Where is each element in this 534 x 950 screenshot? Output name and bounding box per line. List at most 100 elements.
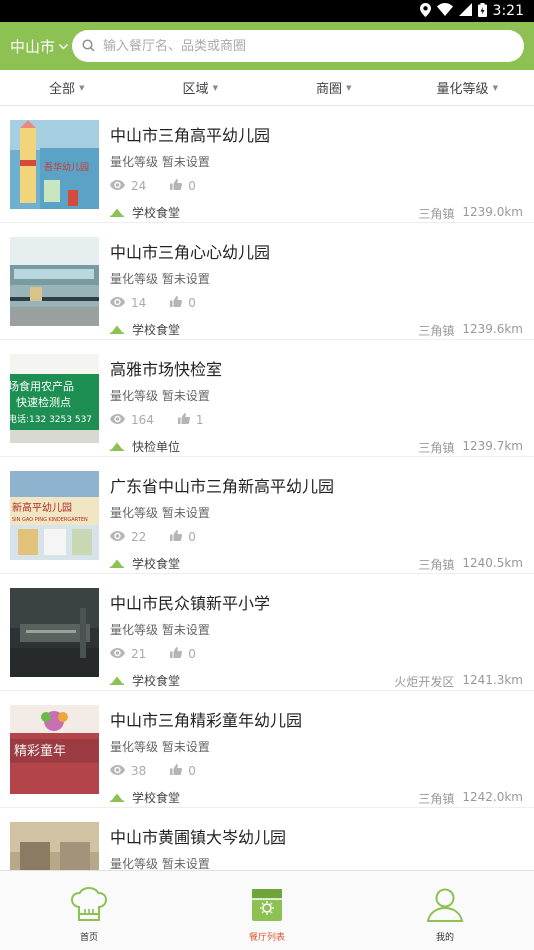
location-row: 火炬开发区 1241.3km	[394, 673, 523, 690]
thumbnail-image: 新高平幼儿园 SIN GAO PING KINDERGARTEN	[10, 471, 99, 560]
area-label: 三角镇	[418, 324, 455, 338]
grade-text: 量化等级 暂未设置	[110, 623, 210, 637]
wifi-icon	[436, 3, 453, 19]
thumbnail-image	[10, 588, 99, 677]
tab-restaurant-list[interactable]: 餐厅列表	[178, 871, 356, 950]
type-label: 学校食堂	[132, 323, 181, 337]
type-label: 学校食堂	[132, 557, 181, 571]
location-row: 三角镇 1239.7km	[418, 439, 523, 456]
thumbs-up-icon	[177, 413, 190, 427]
restaurant-name: 中山市黄圃镇大岑幼儿园	[110, 828, 287, 847]
location-row: 三角镇 1239.6km	[418, 322, 523, 339]
canteen-icon	[110, 557, 124, 571]
restaurant-name: 高雅市场快检室	[110, 360, 223, 379]
thumb-sign-text: 精彩童年	[14, 743, 66, 759]
stats-row: 22 0	[110, 530, 196, 544]
triangle-down-icon: ▼	[212, 83, 218, 92]
like-count: 0	[188, 296, 196, 310]
stats-row: 14 0	[110, 296, 196, 310]
thumbs-up-icon	[170, 530, 183, 544]
chevron-down-icon	[59, 42, 69, 53]
thumbnail-image	[10, 237, 99, 326]
location-row: 三角镇 1239.0km	[418, 205, 523, 222]
canteen-icon	[110, 791, 124, 805]
location-row: 三角镇 1242.0km	[418, 790, 523, 807]
view-count: 164	[131, 413, 154, 427]
thumbnail-image: 场食用农产品 快速检测点 电话:132 3253 537	[10, 354, 99, 443]
search-bar[interactable]	[72, 30, 524, 62]
grade-text: 量化等级 暂未设置	[110, 389, 210, 403]
location-row: 三角镇 1240.5km	[418, 556, 523, 573]
triangle-down-icon: ▼	[346, 83, 352, 92]
eye-icon	[110, 179, 125, 193]
eye-icon	[110, 764, 125, 778]
type-row: 学校食堂	[110, 672, 180, 689]
list-item[interactable]: 吾华幼儿园 中山市三角高平幼儿园 量化等级 暂未设置 24 0 学校食堂 三角镇…	[0, 106, 534, 223]
type-label: 学校食堂	[132, 674, 181, 688]
view-count: 22	[131, 530, 147, 544]
search-input[interactable]	[103, 38, 514, 54]
filter-business-district[interactable]: 商圈 ▼	[267, 70, 401, 105]
distance-label: 1239.7km	[462, 439, 523, 453]
area-label: 三角镇	[418, 792, 455, 806]
storefront-icon	[249, 887, 285, 927]
distance-label: 1239.6km	[462, 322, 523, 336]
search-icon	[82, 37, 95, 56]
stats-row: 24 0	[110, 179, 196, 193]
thumb-sign-text-1: 新高平幼儿园	[12, 501, 72, 514]
eye-icon	[110, 296, 125, 310]
stats-row: 164 1	[110, 413, 204, 427]
eye-icon	[110, 413, 125, 427]
area-label: 三角镇	[418, 558, 455, 572]
status-bar: 3:21	[0, 0, 534, 22]
type-row: 学校食堂	[110, 789, 180, 806]
stats-row: 21 0	[110, 647, 196, 661]
area-label: 三角镇	[418, 441, 455, 455]
filter-all[interactable]: 全部 ▼	[0, 70, 134, 105]
thumbs-up-icon	[170, 179, 183, 193]
thumbnail-image	[10, 822, 99, 870]
like-count: 0	[188, 179, 196, 193]
type-label: 学校食堂	[132, 206, 181, 220]
eye-icon	[110, 647, 125, 661]
list-item[interactable]: 精彩童年 中山市三角精彩童年幼儿园 量化等级 暂未设置 38 0 学校食堂 三角…	[0, 691, 534, 808]
view-count: 24	[131, 179, 147, 193]
tab-profile[interactable]: 我的	[356, 871, 534, 950]
restaurant-list: 吾华幼儿园 中山市三角高平幼儿园 量化等级 暂未设置 24 0 学校食堂 三角镇…	[0, 106, 534, 870]
thumbnail-image: 精彩童年	[10, 705, 99, 794]
city-selector[interactable]: 中山市	[10, 36, 72, 57]
restaurant-name: 广东省中山市三角新高平幼儿园	[110, 477, 335, 496]
like-count: 1	[195, 413, 204, 427]
filter-region[interactable]: 区域 ▼	[134, 70, 268, 105]
list-item[interactable]: 中山市民众镇新平小学 量化等级 暂未设置 21 0 学校食堂 火炬开发区 124…	[0, 574, 534, 691]
list-item[interactable]: 场食用农产品 快速检测点 电话:132 3253 537 高雅市场快检室 量化等…	[0, 340, 534, 457]
distance-label: 1241.3km	[462, 673, 523, 687]
thumbnail-image: 吾华幼儿园	[10, 120, 99, 209]
filter-all-label: 全部	[49, 82, 76, 97]
restaurant-name: 中山市民众镇新平小学	[110, 594, 271, 613]
triangle-down-icon: ▼	[79, 83, 85, 92]
status-time: 3:21	[492, 3, 524, 19]
eye-icon	[110, 530, 125, 544]
canteen-icon	[110, 323, 124, 337]
thumb-sign-text: 吾华幼儿园	[44, 161, 89, 173]
battery-icon	[477, 2, 487, 20]
filter-region-label: 区域	[182, 82, 209, 97]
filter-district-label: 商圈	[316, 82, 343, 97]
location-icon	[419, 2, 431, 20]
list-item[interactable]: 新高平幼儿园 SIN GAO PING KINDERGARTEN 广东省中山市三…	[0, 457, 534, 574]
canteen-icon	[110, 440, 124, 454]
type-row: 学校食堂	[110, 555, 180, 572]
grade-text: 量化等级 暂未设置	[110, 272, 210, 286]
tab-home[interactable]: 首页	[0, 871, 178, 950]
list-item[interactable]: 中山市三角心心幼儿园 量化等级 暂未设置 14 0 学校食堂 三角镇 1239.…	[0, 223, 534, 340]
list-item[interactable]: 中山市黄圃镇大岑幼儿园 量化等级 暂未设置	[0, 808, 534, 870]
type-row: 快检单位	[110, 438, 180, 455]
signal-icon	[458, 3, 472, 19]
view-count: 21	[131, 647, 147, 661]
top-header: 中山市	[0, 22, 534, 70]
filter-grade[interactable]: 量化等级 ▼	[401, 70, 534, 105]
user-icon	[426, 887, 464, 927]
thumb-sign-text-2: SIN GAO PING KINDERGARTEN	[12, 517, 88, 523]
canteen-icon	[110, 206, 124, 220]
